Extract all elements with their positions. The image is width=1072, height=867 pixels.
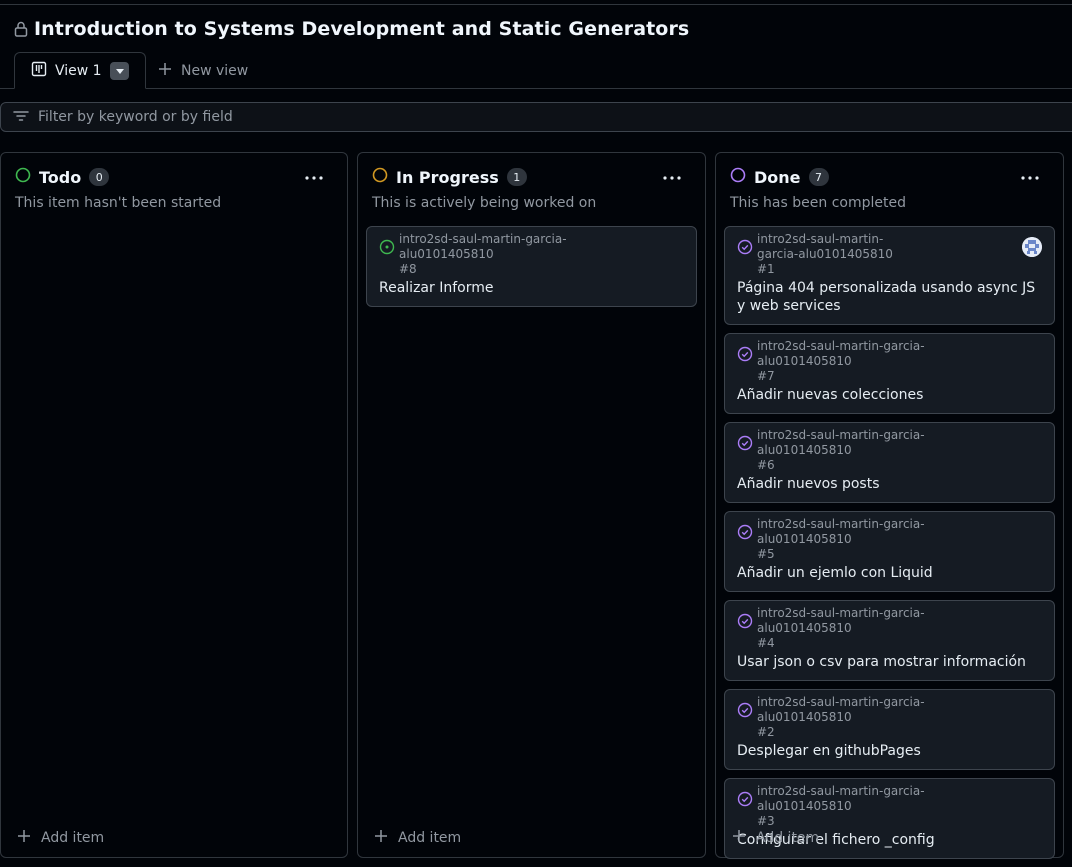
column-description: This has been completed	[730, 195, 906, 211]
item-count-badge: 7	[808, 168, 829, 186]
kebab-horizontal-icon	[1021, 176, 1039, 180]
top-divider	[0, 4, 1072, 5]
kebab-horizontal-icon	[663, 176, 681, 180]
add-item-label: Add item	[398, 830, 462, 846]
card-title[interactable]: Usar json o csv para mostrar información	[737, 653, 1042, 671]
new-view-label: New view	[181, 62, 249, 79]
card-title[interactable]: Añadir nuevas colecciones	[737, 386, 1042, 404]
view-tabs: View 1 New view	[0, 52, 1072, 89]
column-in-progress: In Progress 1 This is actively being wor…	[357, 152, 706, 858]
card-title[interactable]: Añadir nuevos posts	[737, 475, 1042, 493]
card-list: intro2sd-saul-martin-garcia-alu010140581…	[724, 226, 1055, 867]
done-circle-icon	[730, 167, 746, 187]
column-menu-button[interactable]	[305, 165, 323, 184]
card-title[interactable]: Página 404 personalizada usando async JS…	[737, 279, 1042, 315]
issue-closed-icon	[737, 239, 753, 259]
issue-opened-icon	[379, 239, 395, 259]
card-repo[interactable]: intro2sd-saul-martin-garcia-alu010140581…	[399, 232, 684, 277]
column-menu-button[interactable]	[663, 165, 681, 184]
add-item-label: Add item	[756, 830, 820, 846]
view-options-button[interactable]	[110, 62, 129, 80]
issue-card[interactable]: intro2sd-saul-martin-garcia-alu010140581…	[724, 600, 1055, 681]
kebab-horizontal-icon	[305, 176, 323, 180]
lock-icon	[14, 21, 28, 37]
column-title: Done	[754, 167, 801, 187]
column-title: In Progress	[396, 167, 499, 187]
card-title[interactable]: Realizar Informe	[379, 279, 684, 297]
plus-icon	[732, 829, 746, 847]
tab-view-1[interactable]: View 1	[14, 52, 146, 89]
column-header: Done 7	[730, 167, 829, 187]
issue-closed-icon	[737, 346, 753, 366]
tab-view-1-label: View 1	[55, 62, 102, 79]
filter-icon	[13, 108, 29, 127]
add-item-button[interactable]: Add item	[374, 829, 461, 847]
plus-icon	[17, 829, 31, 847]
avatar[interactable]	[1022, 237, 1042, 257]
todo-circle-icon	[15, 167, 31, 187]
in-progress-circle-icon	[372, 167, 388, 187]
board-icon	[31, 61, 47, 81]
column-menu-button[interactable]	[1021, 165, 1039, 184]
card-repo[interactable]: intro2sd-saul-martin-garcia-alu010140581…	[757, 695, 1042, 740]
card-title[interactable]: Añadir un ejemlo con Liquid	[737, 564, 1042, 582]
issue-card[interactable]: intro2sd-saul-martin-garcia-alu010140581…	[724, 333, 1055, 414]
issue-card[interactable]: intro2sd-saul-martin-garcia-alu010140581…	[724, 689, 1055, 770]
card-repo[interactable]: intro2sd-saul-martin-garcia-alu010140581…	[757, 784, 1042, 829]
plus-icon	[158, 62, 172, 80]
card-repo[interactable]: intro2sd-saul-martin-garcia-alu010140581…	[757, 606, 1042, 651]
add-item-label: Add item	[41, 830, 105, 846]
filter-input[interactable]: Filter by keyword or by field	[0, 102, 1072, 132]
issue-closed-icon	[737, 791, 753, 811]
card-list: intro2sd-saul-martin-garcia-alu010140581…	[366, 226, 697, 315]
issue-card[interactable]: intro2sd-saul-martin-garcia-alu010140581…	[724, 226, 1055, 325]
column-description: This item hasn't been started	[15, 195, 222, 211]
filter-placeholder: Filter by keyword or by field	[38, 109, 233, 125]
card-repo[interactable]: intro2sd-saul-martin-garcia-alu010140581…	[757, 339, 1042, 384]
item-count-badge: 0	[89, 168, 110, 186]
issue-card[interactable]: intro2sd-saul-martin-garcia-alu010140581…	[724, 511, 1055, 592]
caret-down-icon	[115, 68, 124, 74]
issue-closed-icon	[737, 613, 753, 633]
column-description: This is actively being worked on	[372, 195, 597, 211]
add-item-button[interactable]: Add item	[732, 829, 819, 847]
column-done: Done 7 This has been completed intro2sd-…	[715, 152, 1064, 859]
column-title: Todo	[39, 167, 82, 187]
page-title: Introduction to Systems Development and …	[34, 18, 690, 40]
card-repo[interactable]: intro2sd-saul-martin-garcia-alu010140581…	[757, 428, 1042, 473]
card-repo[interactable]: intro2sd-saul-martin-garcia-alu010140581…	[757, 232, 927, 277]
column-todo: Todo 0 This item hasn't been started Add…	[0, 152, 348, 858]
column-header: In Progress 1	[372, 167, 527, 187]
new-view-button[interactable]: New view	[158, 52, 248, 89]
plus-icon	[374, 829, 388, 847]
add-item-button[interactable]: Add item	[17, 829, 104, 847]
card-repo[interactable]: intro2sd-saul-martin-garcia-alu010140581…	[757, 517, 1042, 562]
issue-closed-icon	[737, 702, 753, 722]
issue-closed-icon	[737, 435, 753, 455]
issue-card[interactable]: intro2sd-saul-martin-garcia-alu010140581…	[366, 226, 697, 307]
item-count-badge: 1	[506, 168, 527, 186]
issue-card[interactable]: intro2sd-saul-martin-garcia-alu010140581…	[724, 422, 1055, 503]
project-header: Introduction to Systems Development and …	[14, 16, 689, 42]
column-header: Todo 0	[15, 167, 110, 187]
issue-closed-icon	[737, 524, 753, 544]
card-title[interactable]: Desplegar en githubPages	[737, 742, 1042, 760]
